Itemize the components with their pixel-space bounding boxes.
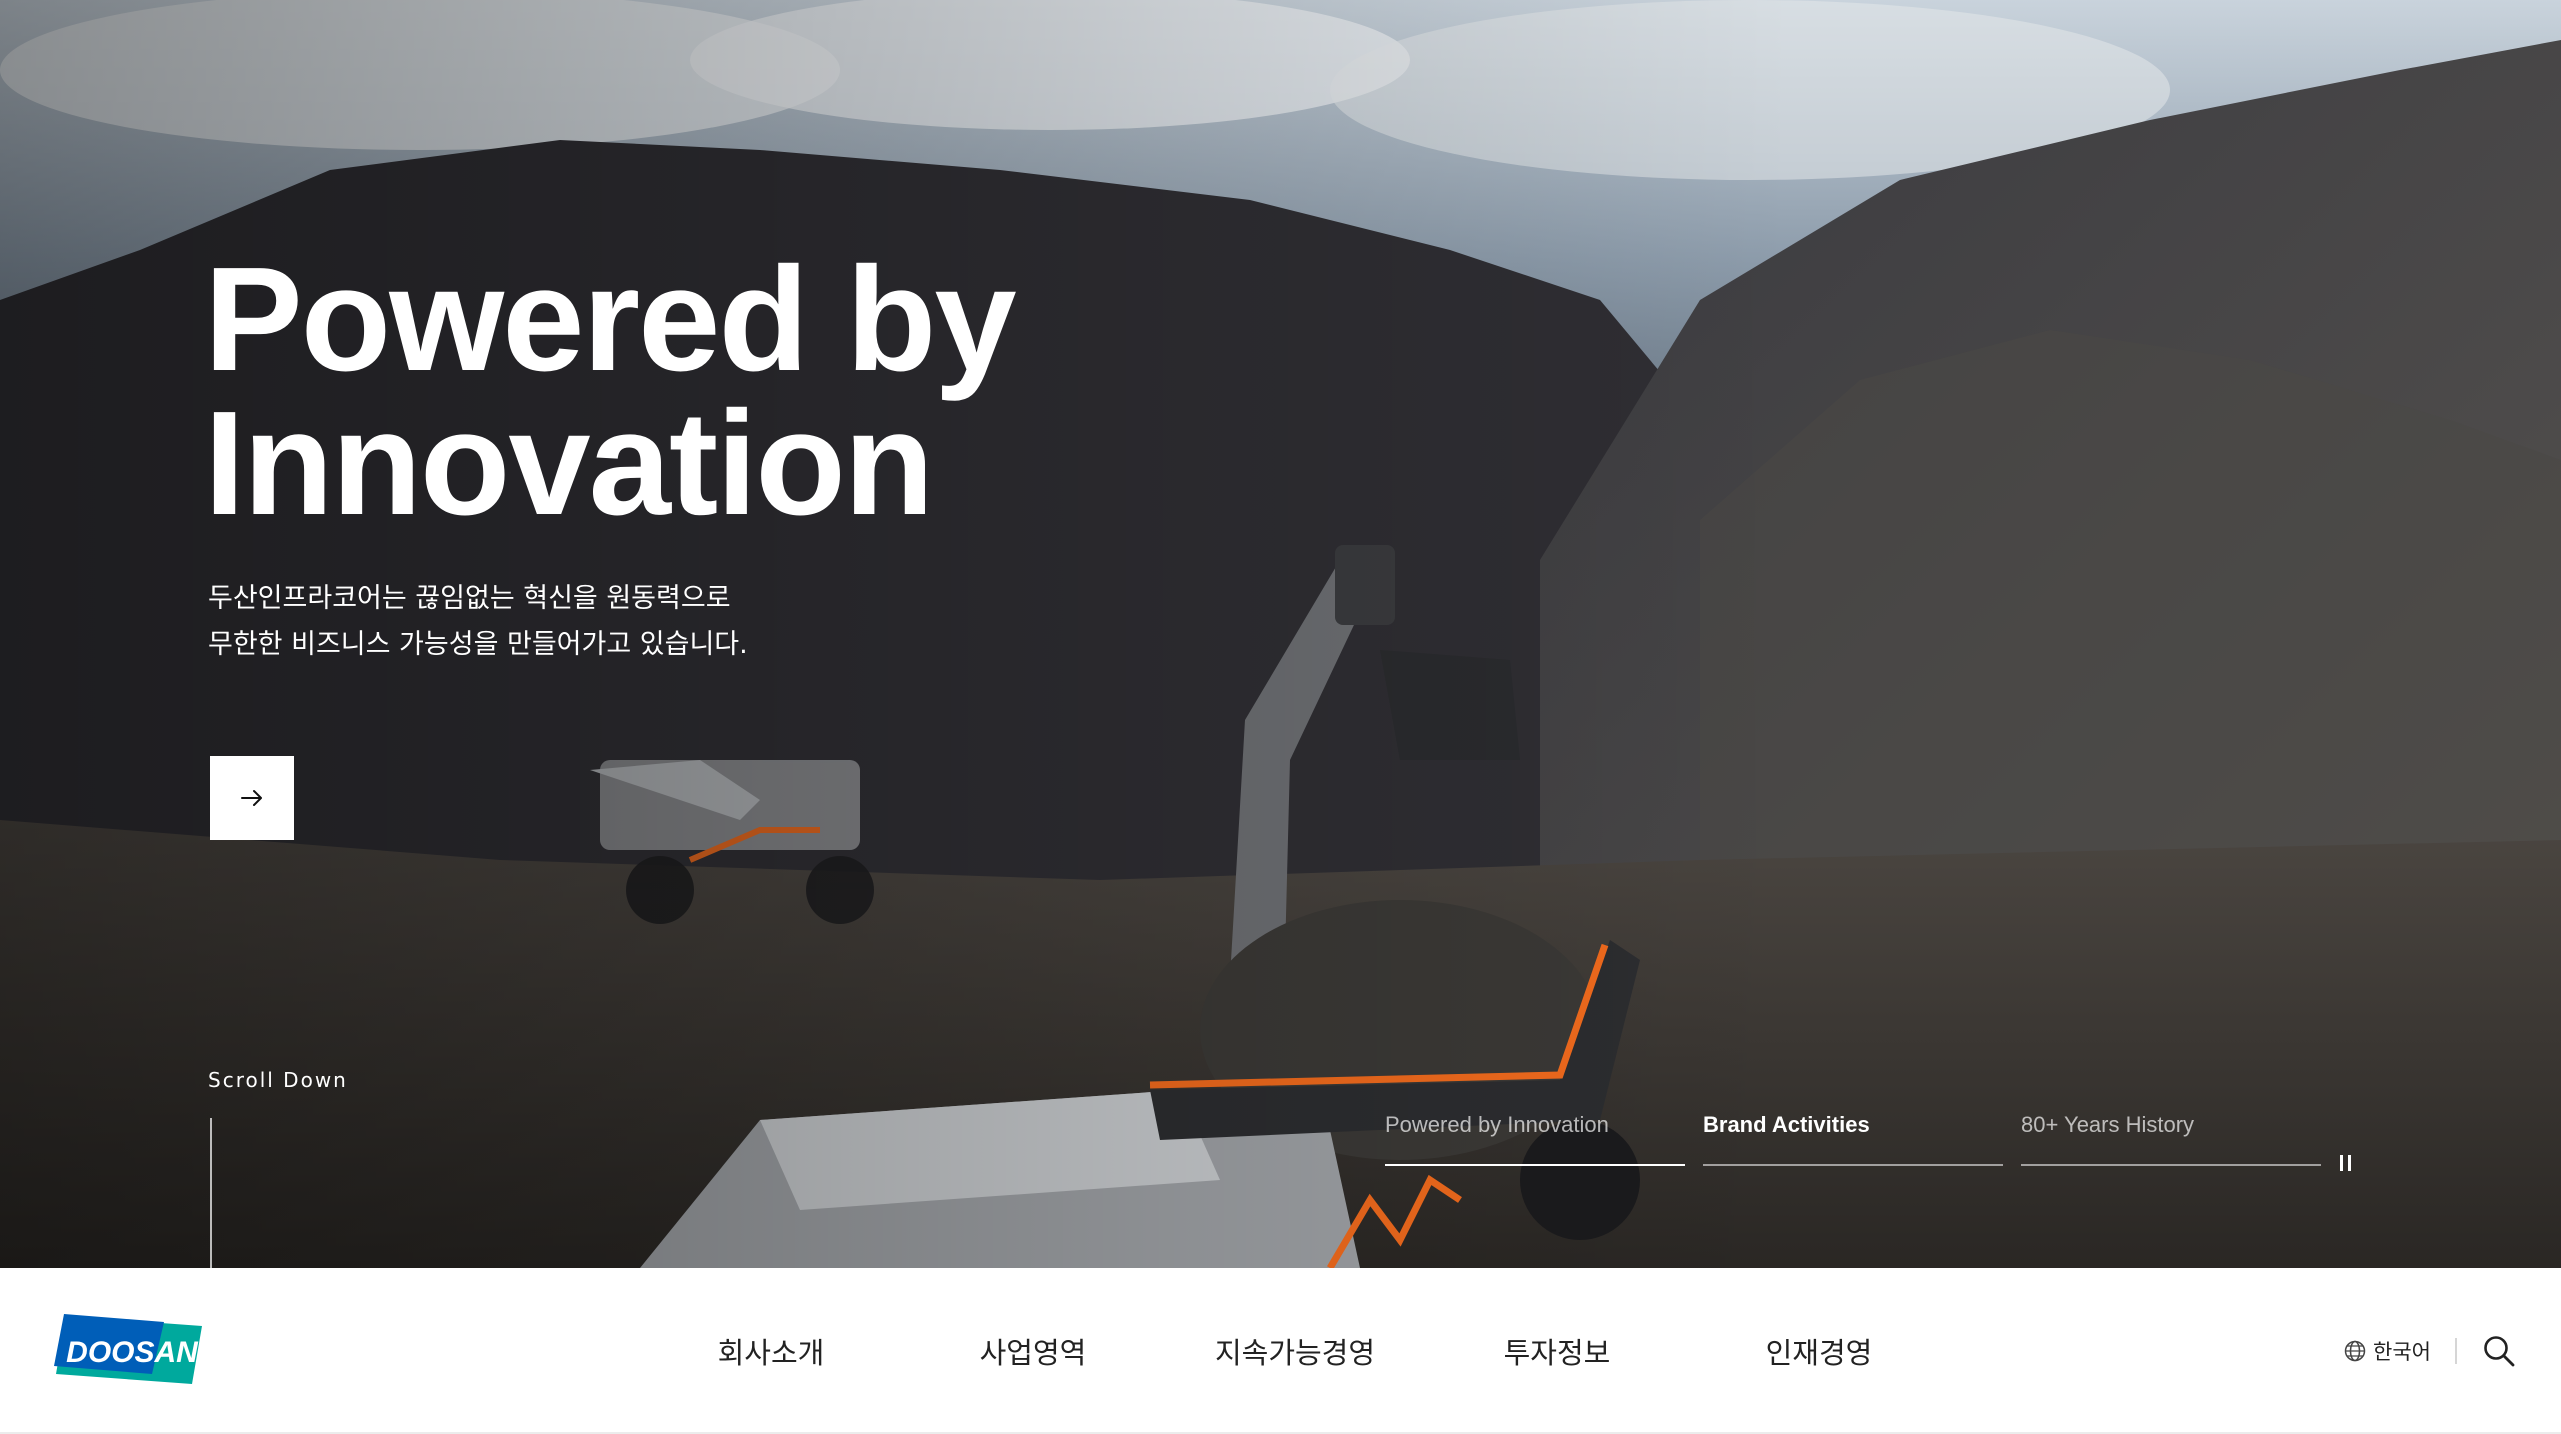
slide-tab-progress-track — [1703, 1164, 2003, 1166]
nav-item-company[interactable]: 회사소개 — [640, 1330, 902, 1372]
slide-tab-progress-fill — [1385, 1164, 1685, 1166]
nav-item-sustainability[interactable]: 지속가능경영 — [1164, 1330, 1426, 1372]
hero-section: Powered by Innovation 두산인프라코어는 끊임없는 혁신을 … — [0, 0, 2561, 1268]
scroll-down-line — [210, 1118, 212, 1268]
hero-title-line: Innovation — [204, 381, 934, 546]
search-icon — [2484, 1336, 2515, 1367]
slide-tab[interactable]: 80+ Years History — [2021, 1106, 2321, 1166]
hero-title: Powered by Innovation — [204, 237, 1017, 546]
hero-description: 두산인프라코어는 끊임없는 혁신을 원동력으로 무한한 비즈니스 가능성을 만들… — [208, 576, 748, 668]
pause-icon — [2339, 1155, 2343, 1171]
globe-icon — [2344, 1340, 2366, 1362]
slide-tab-label: Powered by Innovation — [1385, 1112, 1609, 1137]
slide-tab[interactable]: Brand Activities — [1703, 1106, 2003, 1166]
search-button[interactable] — [2479, 1331, 2519, 1371]
hero-title-line: Powered by — [204, 237, 1017, 402]
language-selector[interactable]: 한국어 — [2343, 1336, 2431, 1366]
pause-button[interactable] — [2330, 1148, 2360, 1178]
header-utilities: 한국어 — [2343, 1268, 2519, 1434]
main-nav: 회사소개 사업영역 지속가능경영 투자정보 인재경영 — [640, 1268, 1950, 1434]
pause-icon — [2347, 1155, 2351, 1171]
global-header: DOOSAN 회사소개 사업영역 지속가능경영 투자정보 인재경영 한국어 — [0, 1268, 2561, 1434]
nav-item-careers[interactable]: 인재경영 — [1688, 1330, 1950, 1372]
hero-description-line: 무한한 비즈니스 가능성을 만들어가고 있습니다. — [208, 629, 748, 660]
nav-item-investor[interactable]: 투자정보 — [1426, 1330, 1688, 1372]
hero-more-button[interactable] — [210, 756, 294, 840]
slide-tabs: Powered by Innovation Brand Activities 8… — [1385, 1106, 2321, 1166]
slide-tab-label: Brand Activities — [1703, 1112, 1870, 1137]
arrow-right-icon — [241, 790, 262, 806]
doosan-logo[interactable]: DOOSAN — [52, 1312, 212, 1388]
nav-item-business[interactable]: 사업영역 — [902, 1330, 1164, 1372]
slide-tab[interactable]: Powered by Innovation — [1385, 1106, 1685, 1166]
scroll-down-label[interactable]: Scroll Down — [208, 1068, 348, 1092]
slide-tab-progress-track — [2021, 1164, 2321, 1166]
doosan-logo-mark: DOOSAN — [54, 1314, 202, 1384]
hero-description-line: 두산인프라코어는 끊임없는 혁신을 원동력으로 — [208, 583, 731, 614]
slide-tab-label: 80+ Years History — [2021, 1112, 2195, 1137]
utility-divider — [2455, 1338, 2457, 1364]
doosan-logo-text: DOOSAN — [66, 1336, 199, 1369]
language-label: 한국어 — [2373, 1340, 2431, 1364]
